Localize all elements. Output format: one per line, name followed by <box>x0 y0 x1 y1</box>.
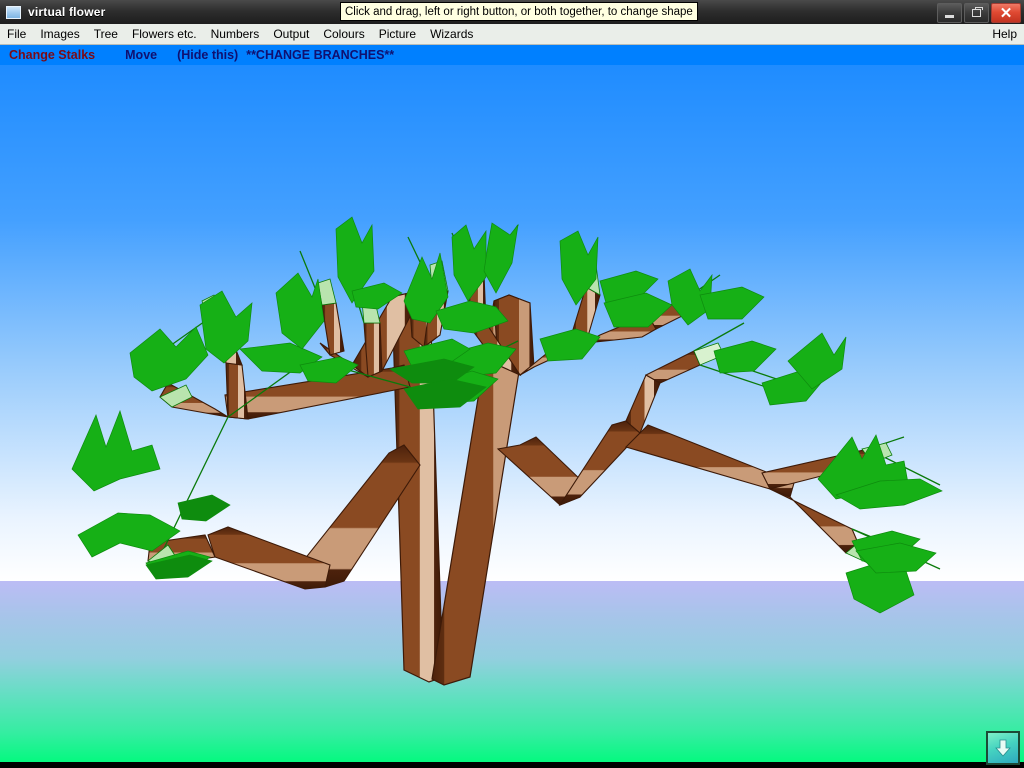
change-branches-button[interactable]: **CHANGE BRANCHES** <box>246 48 394 62</box>
move-button[interactable]: Move <box>125 48 157 62</box>
restore-button[interactable] <box>964 3 989 23</box>
menu-bar: File Images Tree Flowers etc. Numbers Ou… <box>0 24 1024 45</box>
window-title: virtual flower <box>28 5 106 19</box>
menu-item-flowers-etc[interactable]: Flowers etc. <box>125 25 204 43</box>
menu-item-wizards[interactable]: Wizards <box>423 25 480 43</box>
tooltip: Click and drag, left or right button, or… <box>340 2 698 21</box>
canvas-bottom-border <box>0 762 1024 765</box>
minimize-icon <box>945 15 954 18</box>
tree-scene[interactable] <box>0 65 1024 765</box>
menu-item-file[interactable]: File <box>0 25 33 43</box>
menu-item-picture[interactable]: Picture <box>372 25 423 43</box>
window-controls: ✕ <box>937 3 1021 23</box>
restore-icon <box>972 7 983 17</box>
minimize-button[interactable] <box>937 3 962 23</box>
menu-item-tree[interactable]: Tree <box>87 25 125 43</box>
application-window: virtual flower ✕ Click and drag, left or… <box>0 0 1024 768</box>
menu-item-numbers[interactable]: Numbers <box>204 25 267 43</box>
hide-this-button[interactable]: (Hide this) <box>177 48 238 62</box>
change-stalks-button[interactable]: Change Stalks <box>9 48 95 62</box>
menu-item-output[interactable]: Output <box>266 25 316 43</box>
render-canvas[interactable] <box>0 65 1024 765</box>
close-icon: ✕ <box>999 4 1013 22</box>
menu-item-colours[interactable]: Colours <box>316 25 371 43</box>
menu-item-help[interactable]: Help <box>985 25 1024 43</box>
tooltip-text: Click and drag, left or right button, or… <box>345 5 693 18</box>
scroll-down-button[interactable] <box>986 731 1020 765</box>
command-bar: Change Stalks Move (Hide this) **CHANGE … <box>0 45 1024 65</box>
app-window-icon <box>6 5 21 19</box>
menu-item-images[interactable]: Images <box>33 25 86 43</box>
ground <box>0 581 1024 765</box>
close-button[interactable]: ✕ <box>991 3 1021 23</box>
down-arrow-icon <box>995 739 1011 757</box>
